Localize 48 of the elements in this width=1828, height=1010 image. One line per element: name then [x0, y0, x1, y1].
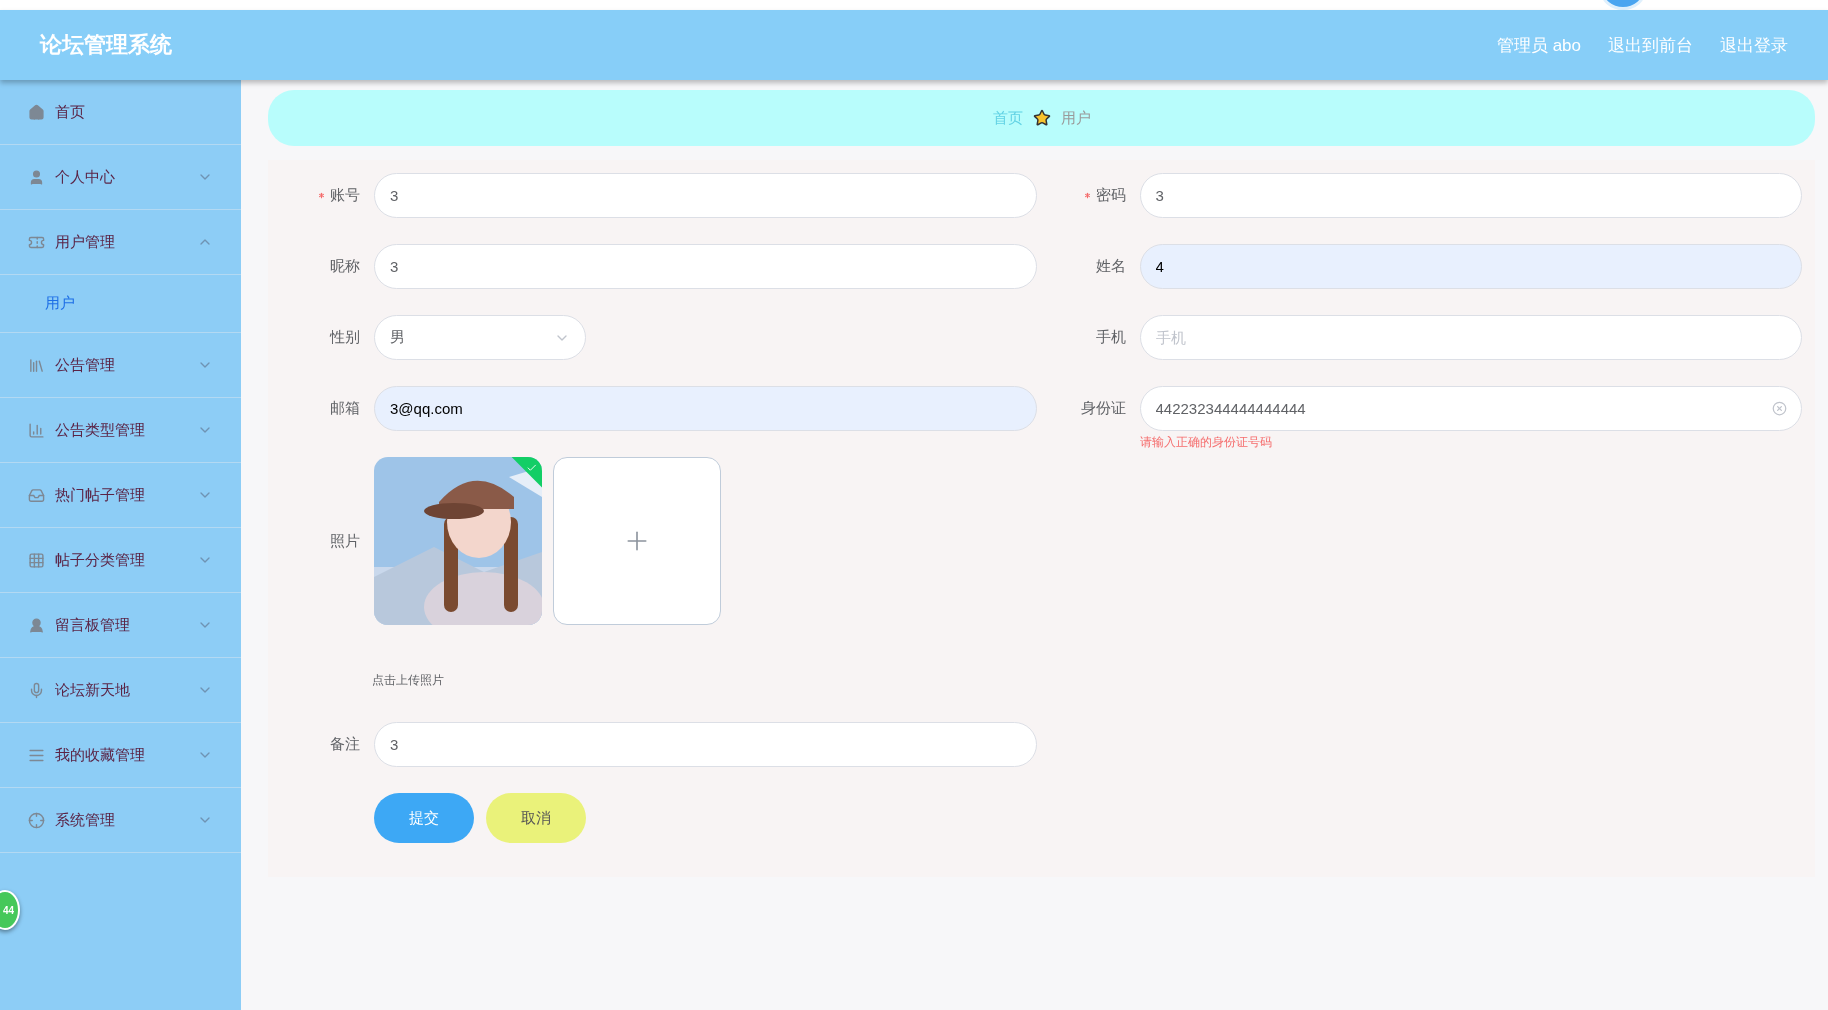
sidebar-item[interactable]: 用户管理	[0, 210, 241, 275]
field-label: 身份证	[1080, 399, 1126, 418]
field-label: 邮箱	[330, 399, 360, 418]
sidebar-item[interactable]: 我的收藏管理	[0, 723, 241, 788]
app-title: 论坛管理系统	[40, 31, 172, 59]
asterisk-icon	[1082, 191, 1092, 200]
text-field[interactable]: 手机	[1139, 315, 1802, 360]
select-field[interactable]: 男	[374, 315, 586, 360]
sidebar-item[interactable]: 首页	[0, 80, 241, 145]
grid-icon	[28, 551, 45, 569]
asterisk-icon	[317, 191, 326, 200]
books-icon	[28, 356, 45, 374]
field-label: 手机	[1095, 328, 1126, 347]
sidebar-item[interactable]: 论坛新天地	[0, 658, 241, 723]
sidebar-item[interactable]: 留言板管理	[0, 593, 241, 658]
upload-hint: 点击上传照片	[372, 672, 445, 689]
crosshair-icon	[28, 811, 45, 829]
text-field[interactable]: 3	[374, 722, 1037, 767]
text-field[interactable]: 3	[374, 173, 1037, 218]
field-label: 密码	[1095, 186, 1126, 205]
microphone-icon	[28, 681, 45, 699]
user-icon	[28, 168, 45, 186]
tray-icon	[28, 486, 45, 504]
sidebar-item[interactable]: 帖子分类管理	[0, 528, 241, 593]
field-label: 姓名	[1095, 257, 1126, 276]
field-label: 性别	[330, 328, 360, 347]
home-icon	[28, 103, 45, 121]
star-icon	[1032, 109, 1051, 127]
user-icon	[28, 616, 45, 634]
field-label: 账号	[330, 186, 360, 205]
field-label: 照片	[330, 531, 360, 551]
sidebar-item[interactable]: 个人中心	[0, 145, 241, 210]
error-message: 请输入正确的身份证号码	[1139, 434, 1272, 451]
text-field[interactable]: 3@qq.com	[374, 386, 1037, 431]
bar-chart-icon	[28, 421, 45, 439]
field-label: 昵称	[330, 257, 360, 276]
text-field[interactable]: 4	[1139, 244, 1802, 289]
text-field[interactable]: 442232344444444444	[1139, 386, 1802, 431]
form-button[interactable]: 取消	[486, 793, 586, 843]
text-field[interactable]: 3	[374, 244, 1037, 289]
upload-button[interactable]	[553, 457, 721, 625]
sidebar-item[interactable]: 公告类型管理	[0, 398, 241, 463]
text-field[interactable]: 3	[1139, 173, 1802, 218]
sidebar-item[interactable]: 热门帖子管理	[0, 463, 241, 528]
field-label: 备注	[330, 735, 360, 754]
sidebar-item[interactable]: 公告管理	[0, 333, 241, 398]
clear-icon[interactable]	[1772, 401, 1787, 416]
sidebar-item[interactable]: 系统管理	[0, 788, 241, 853]
